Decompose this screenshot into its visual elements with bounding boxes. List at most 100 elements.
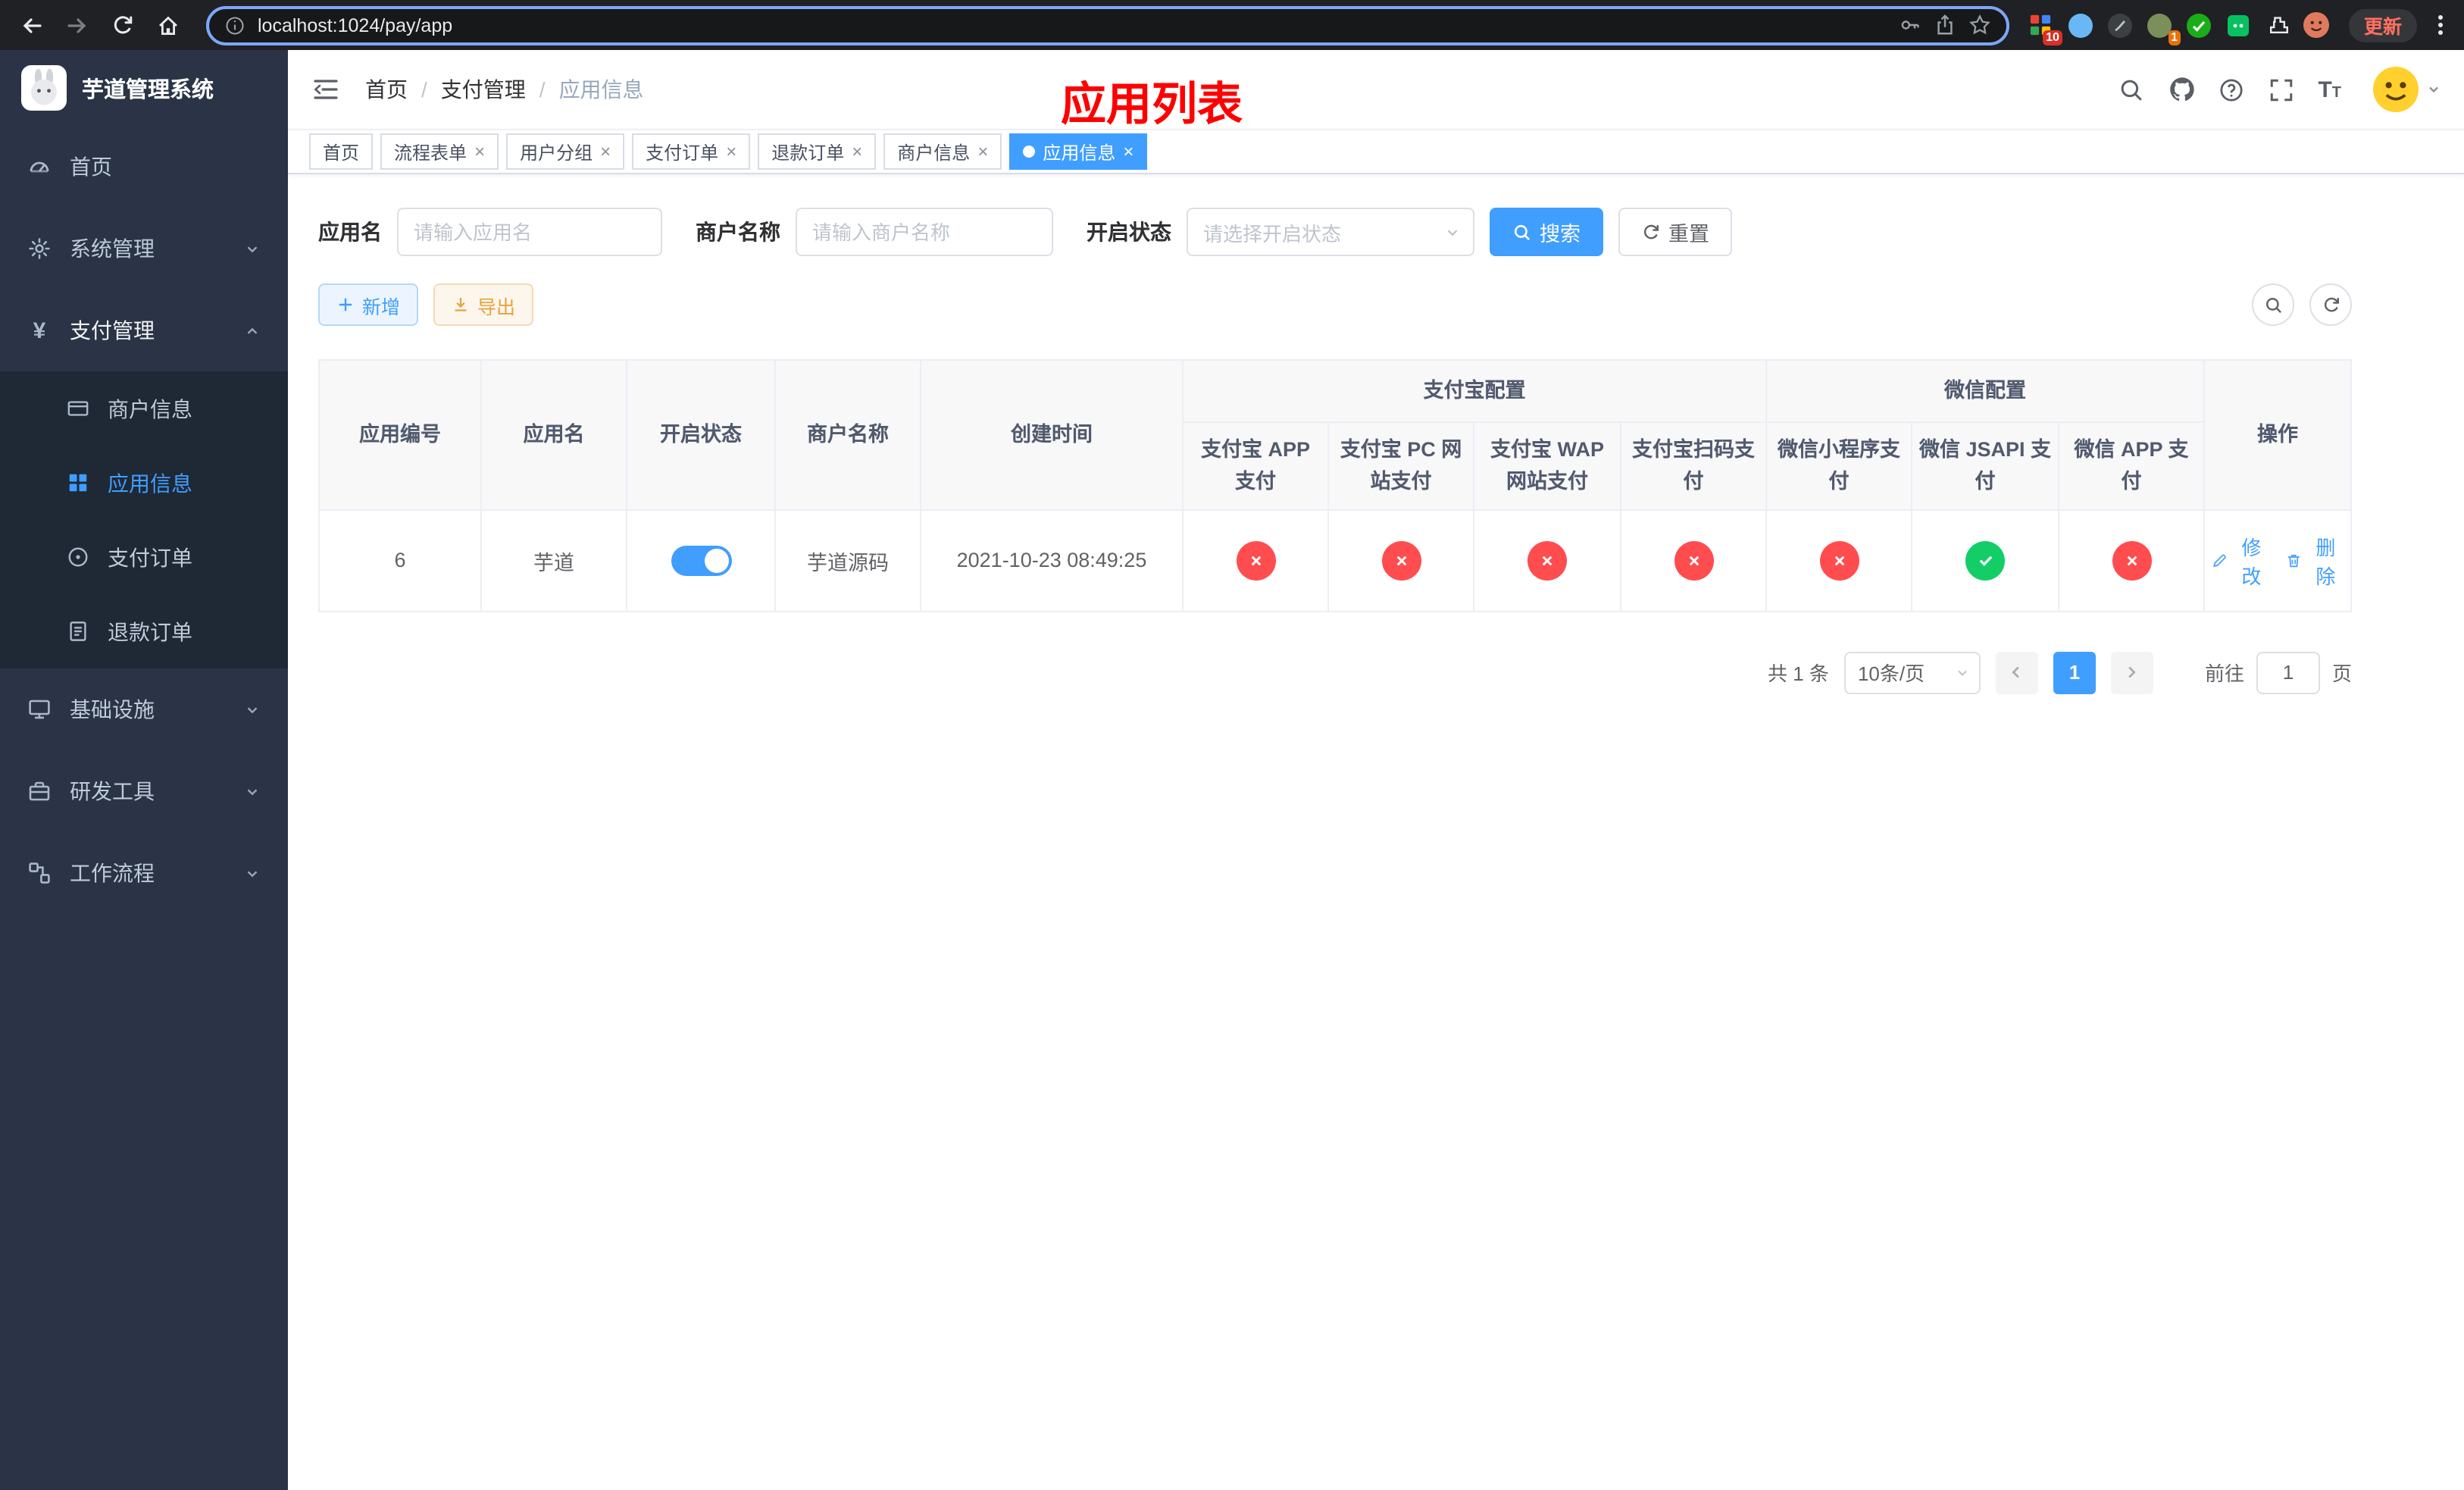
sidebar-item-merchant-info[interactable]: 商户信息: [0, 371, 288, 446]
sidebar-item-app-info[interactable]: 应用信息: [0, 446, 288, 520]
breadcrumb-home[interactable]: 首页: [365, 74, 408, 105]
sidebar-item-label: 应用信息: [108, 471, 192, 495]
extension-chat-icon[interactable]: [2225, 11, 2252, 39]
profile-avatar-icon[interactable]: [2303, 11, 2331, 39]
cell-wx-jsapi: [1911, 509, 2059, 612]
table-row: 6 芋道 芋道源码 2021-10-23 08:49:25 修改 删除: [318, 509, 2352, 612]
cell-wx-lite: [1765, 509, 1912, 612]
sidebar-item-system[interactable]: 系统管理: [0, 208, 288, 290]
extension-grid-icon[interactable]: 10: [2028, 11, 2062, 45]
browser-menu-icon[interactable]: [2429, 9, 2452, 41]
grid-icon: [67, 471, 89, 494]
sidebar-item-payment[interactable]: ¥ 支付管理: [0, 290, 288, 371]
col-header-status: 开启状态: [626, 359, 776, 511]
close-icon[interactable]: ×: [726, 142, 736, 161]
extensions-puzzle-icon[interactable]: [2264, 11, 2291, 39]
merchant-name-input[interactable]: [796, 208, 1053, 256]
github-icon[interactable]: [2168, 76, 2195, 103]
back-icon[interactable]: [12, 5, 52, 45]
export-button[interactable]: 导出: [433, 283, 534, 326]
filter-form: 应用名 商户名称 开启状态 请选择开启状态: [318, 208, 2352, 256]
app-logo[interactable]: 芋道管理系统: [0, 50, 288, 126]
sidebar-item-label: 首页: [70, 155, 112, 179]
close-icon[interactable]: ×: [977, 142, 988, 161]
tab-merchant-info[interactable]: 商户信息 ×: [883, 133, 1002, 170]
help-icon[interactable]: [2218, 76, 2245, 103]
plus-icon: [339, 298, 352, 311]
tab-process-form[interactable]: 流程表单 ×: [380, 133, 499, 170]
search-icon[interactable]: [2118, 76, 2145, 103]
bookmark-star-icon[interactable]: [1968, 14, 1991, 36]
workflow-icon: [27, 861, 52, 885]
tab-payment-orders[interactable]: 支付订单 ×: [632, 133, 751, 170]
edit-button[interactable]: 修改: [2211, 532, 2270, 590]
col-header-actions: 操作: [2203, 359, 2352, 511]
user-menu[interactable]: [2373, 67, 2441, 112]
tab-home[interactable]: 首页: [309, 133, 374, 170]
chevron-down-icon: [244, 865, 261, 881]
browser-update-button[interactable]: 更新: [2348, 8, 2417, 42]
forward-icon[interactable]: [58, 5, 97, 45]
close-icon[interactable]: ×: [474, 142, 485, 161]
cell-alipay-app: [1182, 509, 1329, 612]
channel-status-icon: [1236, 540, 1275, 581]
hamburger-icon[interactable]: [311, 74, 341, 105]
cell-status: [626, 509, 776, 612]
close-icon[interactable]: ×: [1123, 142, 1134, 161]
edit-pencil-icon: [2213, 554, 2226, 567]
page-size-select[interactable]: 10条/页: [1843, 651, 1981, 694]
col-header-alipay-qr: 支付宝扫码支付: [1620, 421, 1767, 511]
status-label: 开启状态: [1087, 220, 1171, 244]
extension-blue-icon[interactable]: [2067, 11, 2094, 39]
password-key-icon[interactable]: [1899, 14, 1921, 36]
share-icon[interactable]: [1934, 14, 1956, 36]
goto-page-input[interactable]: [2256, 651, 2320, 694]
fullscreen-icon[interactable]: [2268, 76, 2295, 103]
delete-button[interactable]: 删除: [2285, 532, 2344, 590]
tab-user-group[interactable]: 用户分组 ×: [506, 133, 625, 170]
app-name-label: 应用名: [318, 220, 382, 244]
font-size-icon[interactable]: TT: [2318, 78, 2341, 101]
goto-label: 前往: [2204, 662, 2244, 686]
sidebar-item-label: 工作流程: [70, 861, 155, 885]
col-header-alipay-pc: 支付宝 PC 网站支付: [1327, 421, 1474, 511]
tab-refund-orders[interactable]: 退款订单 ×: [758, 133, 877, 170]
extension-avatar-icon[interactable]: 1: [2146, 11, 2181, 45]
reload-icon[interactable]: [103, 5, 142, 45]
extension-green-circle-icon[interactable]: [2185, 11, 2212, 39]
extension-dark-icon[interactable]: [2106, 11, 2134, 39]
tab-app-info[interactable]: 应用信息 ×: [1009, 133, 1148, 170]
home-icon[interactable]: [149, 5, 188, 45]
breadcrumb-payment[interactable]: 支付管理: [441, 74, 526, 105]
url-bar[interactable]: localhost:1024/pay/app: [206, 5, 2009, 45]
close-icon[interactable]: ×: [852, 142, 862, 161]
group-header-wechat: 微信配置: [1765, 358, 2205, 424]
next-page-button[interactable]: [2110, 651, 2153, 694]
cell-actions: 修改 删除: [2203, 509, 2352, 612]
gear-icon: [27, 236, 52, 261]
sidebar-item-refund-orders[interactable]: 退款订单: [0, 594, 288, 668]
page-number-1[interactable]: 1: [2053, 651, 2096, 694]
app-name-input[interactable]: [397, 208, 662, 256]
cell-wx-app: [2058, 509, 2205, 612]
screen: localhost:1024/pay/app 10 1 更新 芋道管理系统 首页…: [0, 0, 2464, 1490]
search-button[interactable]: 搜索: [1490, 208, 1603, 256]
add-button[interactable]: 新增: [318, 283, 419, 326]
site-info-icon[interactable]: [224, 14, 245, 36]
close-icon[interactable]: ×: [600, 142, 611, 161]
reset-button[interactable]: 重置: [1618, 208, 1732, 256]
toggle-search-button[interactable]: [2252, 283, 2294, 326]
sidebar-item-dev-tools[interactable]: 研发工具: [0, 750, 288, 832]
prev-page-button[interactable]: [1995, 651, 2038, 694]
sidebar-item-payment-orders[interactable]: 支付订单: [0, 520, 288, 594]
status-toggle[interactable]: [671, 545, 731, 576]
refresh-table-button[interactable]: [2309, 283, 2352, 326]
sidebar-item-workflow[interactable]: 工作流程: [0, 832, 288, 914]
sidebar-item-home[interactable]: 首页: [0, 126, 288, 208]
chevron-down-icon: [244, 701, 261, 718]
logo-rabbit-icon: [21, 65, 67, 111]
sidebar-item-label: 支付管理: [70, 318, 155, 343]
status-select[interactable]: 请选择开启状态: [1187, 208, 1474, 256]
extension-badge: 1: [2168, 30, 2181, 45]
sidebar-item-infrastructure[interactable]: 基础设施: [0, 668, 288, 750]
